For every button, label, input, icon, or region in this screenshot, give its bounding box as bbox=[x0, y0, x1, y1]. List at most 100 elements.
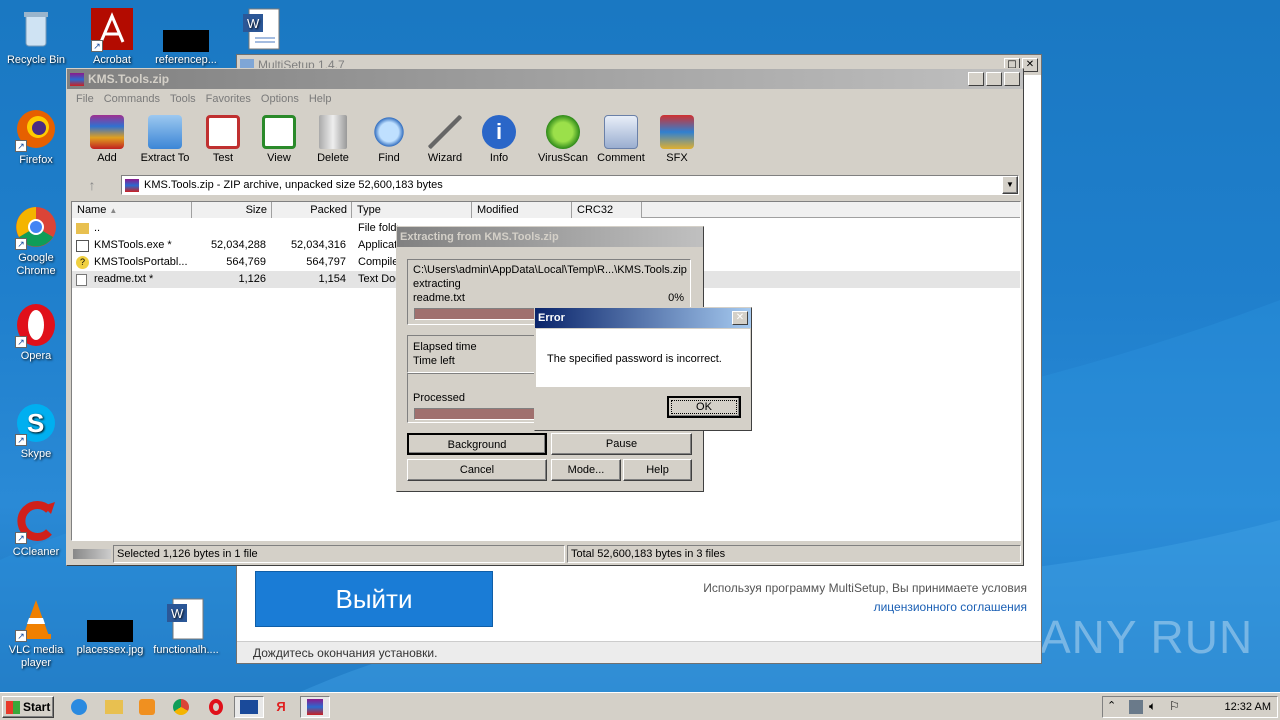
taskbar-media[interactable] bbox=[136, 696, 160, 718]
menu-options[interactable]: Options bbox=[256, 93, 304, 105]
time-left-label: Time left bbox=[413, 355, 455, 367]
image-file-icon bbox=[163, 30, 209, 52]
desktop-icon-placessex[interactable]: placessex.jpg bbox=[74, 596, 146, 657]
extract-to-button[interactable]: Extract To bbox=[137, 113, 193, 164]
info-icon: i bbox=[482, 115, 516, 149]
word-doc-icon: W bbox=[243, 8, 280, 50]
sfx-button[interactable]: SFX bbox=[649, 113, 705, 164]
elapsed-time-label: Elapsed time bbox=[413, 341, 477, 353]
start-button[interactable]: Start bbox=[2, 696, 54, 718]
path-combobox[interactable]: KMS.Tools.zip - ZIP archive, unpacked si… bbox=[121, 175, 1019, 195]
file-percent: 0% bbox=[668, 292, 684, 304]
path-dropdown-button[interactable]: ▼ bbox=[1002, 176, 1018, 194]
error-dialog-titlebar[interactable]: Error ✕ bbox=[535, 308, 751, 328]
error-message-area: The specified password is incorrect. bbox=[536, 329, 750, 387]
taskbar-yandex[interactable]: Я bbox=[270, 696, 294, 718]
exe-file-icon bbox=[76, 240, 89, 252]
desktop-icon-recycle-bin[interactable]: Recycle Bin bbox=[0, 6, 72, 67]
help-file-icon: ? bbox=[76, 256, 89, 269]
desktop-icon-chrome[interactable]: ↗ Google Chrome bbox=[0, 204, 72, 278]
desktop-icon-word-doc[interactable]: W bbox=[226, 6, 298, 54]
image-file-icon bbox=[87, 620, 133, 642]
maximize-button[interactable]: □ bbox=[986, 72, 1002, 86]
help-button[interactable]: Help bbox=[623, 459, 692, 481]
desktop-icon-referencep[interactable]: referencep... bbox=[150, 6, 222, 67]
drive-icon bbox=[73, 549, 111, 559]
delete-button[interactable]: Delete bbox=[305, 113, 361, 164]
winrar-icon bbox=[307, 699, 323, 715]
ie-icon bbox=[71, 699, 87, 715]
archive-path: C:\Users\admin\AppData\Local\Temp\R...\K… bbox=[413, 264, 687, 276]
menu-commands[interactable]: Commands bbox=[99, 93, 165, 105]
menu-file[interactable]: File bbox=[71, 93, 99, 105]
col-packed[interactable]: Packed bbox=[272, 202, 352, 218]
status-left: Selected 1,126 bytes in 1 file bbox=[113, 545, 565, 563]
clock[interactable]: 12:32 AM bbox=[1225, 701, 1271, 713]
taskbar-chrome[interactable] bbox=[170, 696, 194, 718]
desktop-icon-vlc[interactable]: ↗ VLC media player bbox=[0, 596, 72, 670]
col-modified[interactable]: Modified bbox=[472, 202, 572, 218]
cancel-button[interactable]: Cancel bbox=[407, 459, 547, 481]
menu-favorites[interactable]: Favorites bbox=[201, 93, 256, 105]
close-button[interactable]: ✕ bbox=[1004, 72, 1020, 86]
virusscan-button[interactable]: VirusScan bbox=[535, 113, 591, 164]
background-button[interactable]: Background bbox=[407, 433, 547, 455]
minimize-button[interactable]: _ bbox=[968, 72, 984, 86]
zip-archive-icon bbox=[125, 179, 139, 192]
add-button[interactable]: Add bbox=[79, 113, 135, 164]
col-type[interactable]: Type bbox=[352, 202, 472, 218]
status-right: Total 52,600,183 bytes in 3 files bbox=[567, 545, 1021, 563]
windows-logo-icon bbox=[6, 701, 20, 714]
desktop-icon-opera[interactable]: ↗ Opera bbox=[0, 302, 72, 363]
taskbar-opera[interactable] bbox=[204, 696, 228, 718]
volume-icon[interactable]: 🔈︎ bbox=[1149, 699, 1156, 714]
error-message: The specified password is incorrect. bbox=[547, 353, 722, 365]
error-close-button[interactable]: ✕ bbox=[732, 311, 748, 325]
chrome-icon bbox=[173, 699, 189, 715]
svg-text:S: S bbox=[27, 408, 44, 438]
mode-button[interactable]: Mode... bbox=[551, 459, 621, 481]
taskbar-winrar[interactable] bbox=[300, 696, 330, 718]
taskbar-ie[interactable] bbox=[68, 696, 92, 718]
test-button[interactable]: Test bbox=[195, 113, 251, 164]
view-button[interactable]: View bbox=[251, 113, 307, 164]
desktop-icon-ccleaner[interactable]: ↗ CCleaner bbox=[0, 498, 72, 559]
menu-tools[interactable]: Tools bbox=[165, 93, 201, 105]
info-button[interactable]: i Info bbox=[471, 113, 527, 164]
exit-button[interactable]: Выйти bbox=[255, 571, 493, 627]
extract-dialog-titlebar[interactable]: Extracting from KMS.Tools.zip bbox=[397, 227, 703, 247]
taskbar-explorer[interactable] bbox=[102, 696, 126, 718]
tray-expand-icon[interactable]: ⌃ bbox=[1107, 699, 1116, 712]
license-link[interactable]: лицензионного соглашения bbox=[874, 600, 1027, 614]
desktop-icon-functionalh[interactable]: W functionalh.... bbox=[150, 596, 222, 657]
winrar-add-icon bbox=[90, 115, 124, 149]
word-doc-icon: W bbox=[167, 598, 204, 640]
wizard-button[interactable]: Wizard bbox=[417, 113, 473, 164]
menu-help[interactable]: Help bbox=[304, 93, 337, 105]
ok-button[interactable]: OK bbox=[667, 396, 741, 418]
winrar-titlebar[interactable]: KMS.Tools.zip _ □ ✕ bbox=[67, 69, 1023, 89]
toolbar: Add Extract To Test View Delete Find Wiz… bbox=[79, 113, 1019, 169]
network-icon[interactable] bbox=[1129, 700, 1143, 714]
pause-button[interactable]: Pause bbox=[551, 433, 692, 455]
up-button[interactable]: ↑ bbox=[79, 175, 105, 195]
col-name[interactable]: Name ▲ bbox=[72, 202, 192, 218]
comment-icon bbox=[604, 115, 638, 149]
desktop-icon-firefox[interactable]: ↗ Firefox bbox=[0, 106, 72, 167]
col-size[interactable]: Size bbox=[192, 202, 272, 218]
desktop-icon-acrobat[interactable]: ↗ Acrobat bbox=[76, 6, 148, 67]
find-button[interactable]: Find bbox=[361, 113, 417, 164]
action-center-flag-icon[interactable]: ⚐ bbox=[1169, 699, 1180, 713]
app-window-icon bbox=[240, 700, 258, 714]
menu-bar: File Commands Tools Favorites Options He… bbox=[67, 89, 1023, 109]
multisetup-close-button[interactable]: ✕ bbox=[1022, 58, 1038, 72]
taskbar-multisetup[interactable] bbox=[234, 696, 264, 718]
book-icon bbox=[262, 115, 296, 149]
folder-icon bbox=[105, 700, 123, 714]
col-crc32[interactable]: CRC32 bbox=[572, 202, 642, 218]
desktop-icon-skype[interactable]: S ↗ Skype bbox=[0, 400, 72, 461]
sort-arrow-icon: ▲ bbox=[109, 206, 118, 215]
folder-icon bbox=[76, 223, 89, 234]
comment-button[interactable]: Comment bbox=[593, 113, 649, 164]
magnifier-icon bbox=[372, 115, 406, 149]
